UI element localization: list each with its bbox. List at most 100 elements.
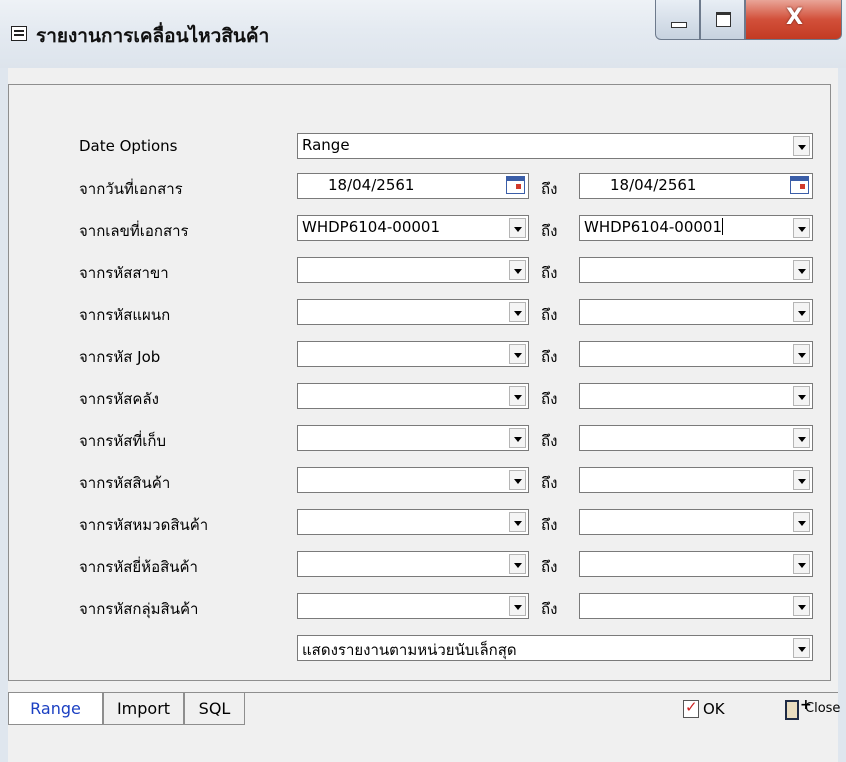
- to-label: ถึง: [541, 390, 558, 408]
- doc-date-from-field[interactable]: 18/04/2561: [297, 173, 529, 199]
- chevron-down-icon[interactable]: [793, 260, 810, 280]
- to-label: ถึง: [541, 264, 558, 282]
- maximize-icon: [716, 12, 731, 27]
- to-label: ถึง: [541, 558, 558, 576]
- chevron-down-icon[interactable]: [509, 428, 526, 448]
- date-options-select[interactable]: Range: [297, 133, 813, 159]
- maximize-button[interactable]: [700, 0, 745, 40]
- to-label: ถึง: [541, 432, 558, 450]
- chevron-down-icon[interactable]: [793, 136, 810, 156]
- chevron-down-icon[interactable]: [793, 218, 810, 238]
- unit-option-select[interactable]: แสดงรายงานตามหน่วยนับเล็กสุด: [297, 635, 813, 661]
- chevron-down-icon[interactable]: [793, 470, 810, 490]
- chevron-down-icon[interactable]: [793, 386, 810, 406]
- minimize-icon: [671, 22, 687, 28]
- chevron-down-icon[interactable]: [793, 554, 810, 574]
- ok-button[interactable]: OK: [683, 698, 743, 722]
- doc-date-from-value: 18/04/2561: [328, 176, 415, 194]
- chevron-down-icon[interactable]: [509, 470, 526, 490]
- brand-code-to-select[interactable]: [579, 551, 813, 577]
- brand-code-label: จากรหัสยี่ห้อสินค้า: [79, 558, 198, 576]
- department-code-label: จากรหัสแผนก: [79, 306, 171, 324]
- chevron-down-icon[interactable]: [793, 638, 810, 658]
- chevron-down-icon[interactable]: [509, 260, 526, 280]
- department-code-from-select[interactable]: [297, 299, 529, 325]
- chevron-down-icon[interactable]: [509, 386, 526, 406]
- text-caret: [722, 218, 724, 235]
- to-label: ถึง: [541, 348, 558, 366]
- to-label: ถึง: [541, 306, 558, 324]
- location-code-label: จากรหัสที่เก็บ: [79, 432, 167, 450]
- close-x-icon: X: [786, 5, 803, 30]
- chevron-down-icon[interactable]: [793, 428, 810, 448]
- doc-no-to-text: WHDP6104-00001: [584, 218, 723, 236]
- job-code-to-select[interactable]: [579, 341, 813, 367]
- product-code-from-select[interactable]: [297, 467, 529, 493]
- chevron-down-icon[interactable]: [509, 344, 526, 364]
- doc-no-from-select[interactable]: WHDP6104-00001: [297, 215, 529, 241]
- chevron-down-icon[interactable]: [509, 218, 526, 238]
- brand-code-from-select[interactable]: [297, 551, 529, 577]
- window-title: รายงานการเคลื่อนไหวสินค้า: [36, 25, 270, 47]
- calendar-icon[interactable]: [790, 176, 809, 194]
- group-code-label: จากรหัสกลุ่มสินค้า: [79, 600, 199, 618]
- job-code-label: จากรหัส Job: [79, 348, 161, 366]
- calendar-icon[interactable]: [506, 176, 525, 194]
- window-frame-left: [0, 68, 8, 762]
- job-code-from-select[interactable]: [297, 341, 529, 367]
- group-code-to-select[interactable]: [579, 593, 813, 619]
- group-code-from-select[interactable]: [297, 593, 529, 619]
- window-controls: X: [655, 0, 842, 40]
- chevron-down-icon[interactable]: [509, 302, 526, 322]
- doc-no-to-select[interactable]: WHDP6104-00001: [579, 215, 813, 241]
- close-button[interactable]: Close: [785, 697, 841, 722]
- branch-code-to-select[interactable]: [579, 257, 813, 283]
- chevron-down-icon[interactable]: [509, 554, 526, 574]
- warehouse-code-label: จากรหัสคลัง: [79, 390, 159, 408]
- chevron-down-icon[interactable]: [793, 344, 810, 364]
- product-code-label: จากรหัสสินค้า: [79, 474, 171, 492]
- tab-import[interactable]: Import: [103, 693, 184, 725]
- checklist-icon: [683, 698, 699, 718]
- branch-code-from-select[interactable]: [297, 257, 529, 283]
- title-bar: รายงานการเคลื่อนไหวสินค้า X: [0, 0, 846, 68]
- date-options-label: Date Options: [79, 137, 178, 155]
- tab-sql[interactable]: SQL: [184, 693, 245, 725]
- chevron-down-icon[interactable]: [509, 512, 526, 532]
- window-icon: [11, 26, 27, 41]
- category-code-from-select[interactable]: [297, 509, 529, 535]
- tab-range[interactable]: Range: [8, 693, 103, 725]
- window-close-button[interactable]: X: [745, 0, 842, 40]
- doc-date-to-value: 18/04/2561: [610, 176, 697, 194]
- location-code-from-select[interactable]: [297, 425, 529, 451]
- unit-option-value: แสดงรายงานตามหน่วยนับเล็กสุด: [302, 641, 517, 659]
- criteria-panel: Date Options Range จากวันที่เอกสาร 18/04…: [8, 84, 831, 681]
- category-code-label: จากรหัสหมวดสินค้า: [79, 516, 209, 534]
- doc-no-label: จากเลขที่เอกสาร: [79, 222, 189, 240]
- doc-no-to-value: WHDP6104-00001: [584, 218, 724, 236]
- warehouse-code-to-select[interactable]: [579, 383, 813, 409]
- doc-no-from-value: WHDP6104-00001: [302, 218, 441, 236]
- location-code-to-select[interactable]: [579, 425, 813, 451]
- chevron-down-icon[interactable]: [793, 596, 810, 616]
- to-label: ถึง: [541, 600, 558, 618]
- chevron-down-icon[interactable]: [509, 596, 526, 616]
- chevron-down-icon[interactable]: [793, 512, 810, 532]
- close-label: Close: [805, 701, 841, 716]
- door-exit-icon: [785, 697, 812, 720]
- date-options-value: Range: [302, 136, 350, 154]
- doc-date-label: จากวันที่เอกสาร: [79, 180, 183, 198]
- doc-date-to-field[interactable]: 18/04/2561: [579, 173, 813, 199]
- branch-code-label: จากรหัสสาขา: [79, 264, 169, 282]
- chevron-down-icon[interactable]: [793, 302, 810, 322]
- department-code-to-select[interactable]: [579, 299, 813, 325]
- product-code-to-select[interactable]: [579, 467, 813, 493]
- to-label: ถึง: [541, 474, 558, 492]
- warehouse-code-from-select[interactable]: [297, 383, 529, 409]
- ok-label: OK: [703, 700, 725, 718]
- to-label: ถึง: [541, 222, 558, 240]
- category-code-to-select[interactable]: [579, 509, 813, 535]
- window-frame-right: [838, 68, 846, 762]
- minimize-button[interactable]: [655, 0, 700, 40]
- to-label: ถึง: [541, 180, 558, 198]
